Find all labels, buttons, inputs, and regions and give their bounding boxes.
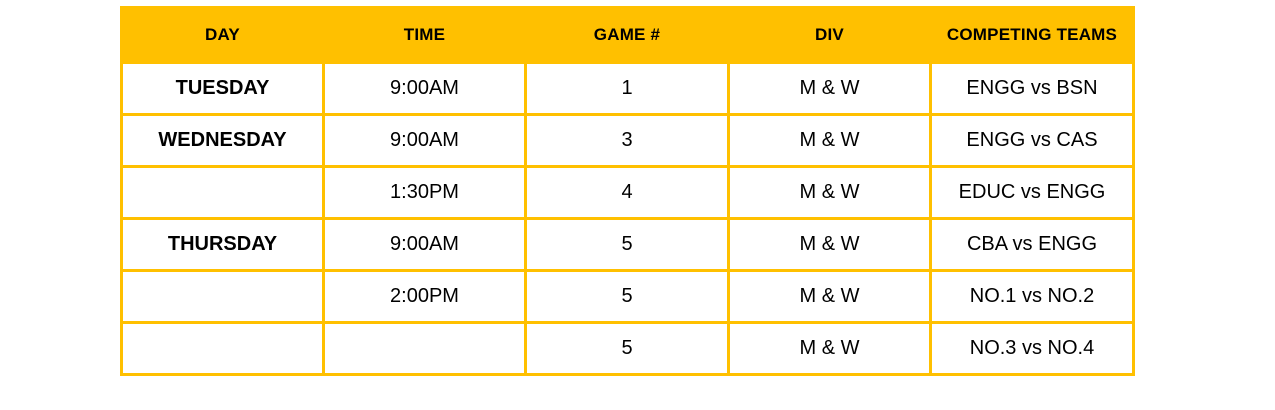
- table-row: TUESDAY 9:00AM 1 M & W ENGG vs BSN: [120, 61, 1135, 116]
- cell-game: 4: [524, 165, 730, 220]
- table-row: 1:30PM 4 M & W EDUC vs ENGG: [120, 165, 1135, 220]
- cell-div: M & W: [727, 113, 932, 168]
- cell-teams: NO.1 vs NO.2: [929, 269, 1135, 324]
- header-time: TIME: [322, 6, 527, 64]
- header-competing-teams: COMPETING TEAMS: [929, 6, 1135, 64]
- cell-day: [120, 269, 325, 324]
- cell-day: [120, 165, 325, 220]
- cell-day: TUESDAY: [120, 61, 325, 116]
- header-game: GAME #: [524, 6, 730, 64]
- header-div: DIV: [727, 6, 932, 64]
- cell-game: 1: [524, 61, 730, 116]
- schedule-table: DAY TIME GAME # DIV COMPETING TEAMS TUES…: [120, 6, 1135, 376]
- cell-day: THURSDAY: [120, 217, 325, 272]
- cell-teams: NO.3 vs NO.4: [929, 321, 1135, 376]
- cell-game: 3: [524, 113, 730, 168]
- cell-time: 9:00AM: [322, 113, 527, 168]
- cell-div: M & W: [727, 269, 932, 324]
- cell-time: 1:30PM: [322, 165, 527, 220]
- cell-teams: ENGG vs CAS: [929, 113, 1135, 168]
- cell-time: 2:00PM: [322, 269, 527, 324]
- cell-teams: EDUC vs ENGG: [929, 165, 1135, 220]
- cell-div: M & W: [727, 321, 932, 376]
- table-row: 2:00PM 5 M & W NO.1 vs NO.2: [120, 269, 1135, 324]
- header-day: DAY: [120, 6, 325, 64]
- cell-time: 9:00AM: [322, 217, 527, 272]
- cell-time: 9:00AM: [322, 61, 527, 116]
- table-row: THURSDAY 9:00AM 5 M & W CBA vs ENGG: [120, 217, 1135, 272]
- cell-day: [120, 321, 325, 376]
- cell-game: 5: [524, 269, 730, 324]
- cell-game: 5: [524, 321, 730, 376]
- table-row: WEDNESDAY 9:00AM 3 M & W ENGG vs CAS: [120, 113, 1135, 168]
- cell-time: [322, 321, 527, 376]
- cell-div: M & W: [727, 61, 932, 116]
- cell-game: 5: [524, 217, 730, 272]
- cell-teams: ENGG vs BSN: [929, 61, 1135, 116]
- header-row: DAY TIME GAME # DIV COMPETING TEAMS: [120, 6, 1135, 64]
- cell-teams: CBA vs ENGG: [929, 217, 1135, 272]
- cell-div: M & W: [727, 165, 932, 220]
- table-row: 5 M & W NO.3 vs NO.4: [120, 321, 1135, 376]
- cell-div: M & W: [727, 217, 932, 272]
- cell-day: WEDNESDAY: [120, 113, 325, 168]
